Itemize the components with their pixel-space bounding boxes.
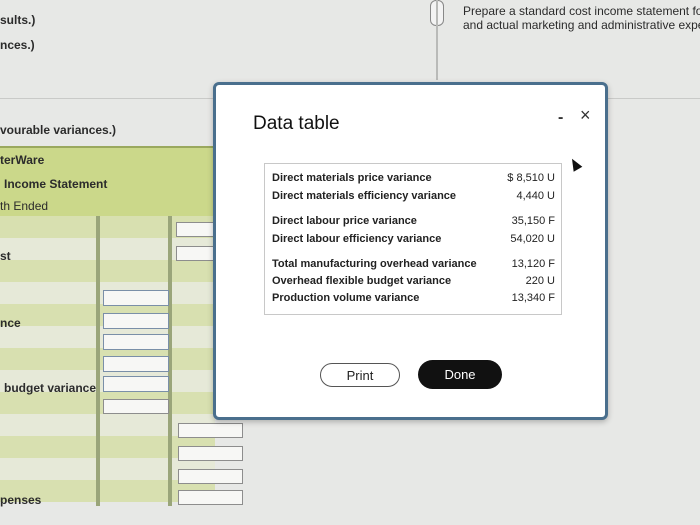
table-row: Production volume variance 13,340 F (272, 292, 555, 308)
amount-input[interactable] (103, 356, 169, 372)
variance-label: Direct labour efficiency variance (272, 233, 442, 245)
column-separator (96, 216, 100, 506)
variance-label: Production volume variance (272, 292, 420, 304)
amount-input[interactable] (176, 246, 214, 261)
variance-value: 220 U (525, 275, 555, 287)
amount-input[interactable] (178, 446, 243, 461)
amount-input[interactable] (178, 469, 243, 484)
variance-value: 13,340 F (511, 292, 555, 304)
table-row: Direct materials price variance $ 8,510 … (272, 172, 555, 188)
amount-input[interactable] (178, 423, 243, 438)
pane-divider[interactable] (436, 0, 438, 80)
variance-value: 35,150 F (511, 215, 555, 227)
variance-label: Direct materials price variance (272, 172, 432, 184)
table-row: Overhead flexible budget variance 220 U (272, 275, 555, 291)
amount-input[interactable] (178, 490, 243, 505)
company-name: terWare (0, 153, 45, 167)
table-row: Direct labour price variance 35,150 F (272, 215, 555, 231)
table-row: Total manufacturing overhead variance 13… (272, 258, 555, 274)
variance-value: 13,120 F (511, 258, 555, 270)
close-icon[interactable]: × (580, 105, 591, 126)
amount-input[interactable] (103, 399, 169, 414)
amount-input[interactable] (103, 376, 169, 392)
variance-value: $ 8,510 U (507, 172, 555, 184)
statement-period: th Ended (0, 199, 49, 213)
amount-input[interactable] (103, 334, 169, 350)
variance-label: Overhead flexible budget variance (272, 275, 452, 287)
statement-title: Income Statement (4, 177, 108, 191)
done-button[interactable]: Done (418, 360, 502, 389)
print-button[interactable]: Print (320, 363, 400, 387)
row-label-cost: st (0, 249, 11, 263)
instruction-line-2: and actual marketing and administrative … (463, 18, 700, 32)
data-table-dialog: Data table - × Direct materials price va… (213, 82, 608, 420)
amount-input[interactable] (103, 313, 169, 329)
row-label-budget-variance: budget variance (4, 381, 97, 395)
variance-table: Direct materials price variance $ 8,510 … (264, 163, 562, 315)
amount-input[interactable] (103, 290, 169, 306)
statement-header: terWare Income Statement th Ended (0, 146, 215, 219)
worksheet-label-favourable: vourable variances.) (0, 123, 117, 137)
variance-value: 4,440 U (516, 190, 555, 202)
table-row: Direct materials efficiency variance 4,4… (272, 190, 555, 206)
amount-input[interactable] (176, 222, 214, 237)
variance-label: Total manufacturing overhead variance (272, 258, 477, 270)
worksheet-label-variances: nces.) (0, 38, 35, 52)
worksheet-label-results: sults.) (0, 13, 36, 27)
table-row: Direct labour efficiency variance 54,020… (272, 233, 555, 249)
minimize-button[interactable]: - (558, 109, 563, 127)
dialog-title: Data table (253, 113, 340, 134)
row-label-expenses: penses (0, 493, 42, 507)
variance-label: Direct materials efficiency variance (272, 190, 457, 202)
instruction-line-1: Prepare a standard cost income statement… (463, 4, 700, 18)
variance-value: 54,020 U (510, 233, 555, 245)
grid-row (0, 260, 215, 282)
row-label-variance: nce (0, 316, 21, 330)
variance-label: Direct labour price variance (272, 215, 417, 227)
